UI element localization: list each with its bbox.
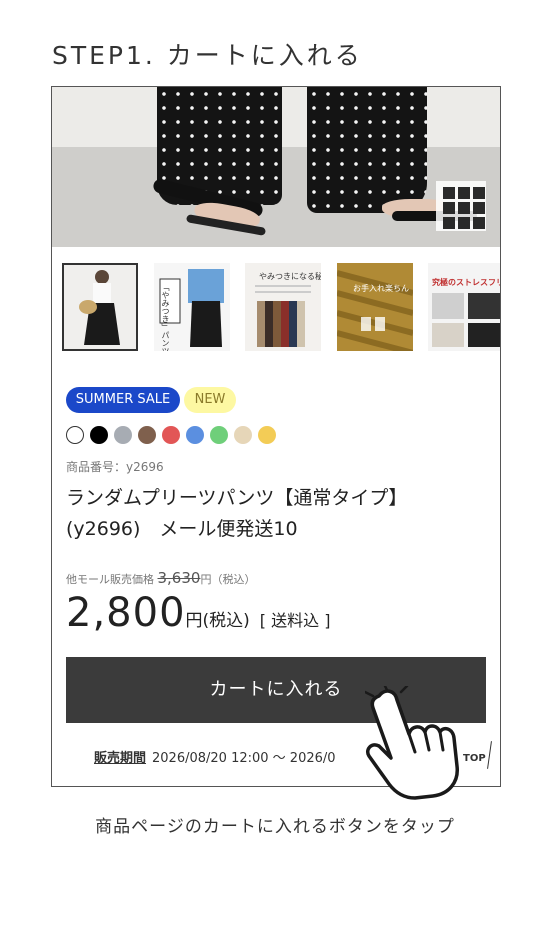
thumbnail-1[interactable]: [62, 263, 138, 351]
new-badge: NEW: [184, 387, 236, 413]
top-line-icon: [487, 741, 492, 769]
tap-hand-icon: [365, 686, 459, 800]
right-pant-leg: [307, 87, 427, 213]
color-swatch-8[interactable]: [234, 426, 252, 444]
product-name-line1: ランダムプリーツパンツ【通常タイプ】: [66, 487, 408, 509]
color-swatch-4[interactable]: [138, 426, 156, 444]
other-price-label: 他モール販売価格: [66, 573, 154, 586]
color-swatch-9[interactable]: [258, 426, 276, 444]
thumbnail-5[interactable]: 究極のストレスフリー!: [428, 263, 500, 351]
price: 2,800円(税込) [ 送料込 ]: [66, 590, 330, 636]
summer-sale-badge: SUMMER SALE: [66, 387, 180, 413]
other-price-unit: 円（税込）: [200, 573, 256, 586]
color-swatch-5[interactable]: [162, 426, 180, 444]
price-value: 2,800: [66, 590, 186, 636]
thumbnail-2-caption: 「やみつき」パンツ: [161, 283, 170, 351]
hero-product-photo: [52, 87, 500, 247]
instruction-caption: 商品ページのカートに入れるボタンをタップ: [95, 817, 455, 837]
thumbnail-4[interactable]: お手入れ楽ちん: [337, 263, 413, 351]
other-price-value: 3,630: [157, 569, 201, 587]
shipping-included: [ 送料込 ]: [259, 611, 331, 630]
thumbnail-3[interactable]: やみつきになる秘密: [245, 263, 321, 351]
thumbnail-4-caption: お手入れ楽ちん: [353, 284, 409, 293]
price-unit: 円(税込): [185, 611, 250, 631]
product-name: ランダムプリーツパンツ【通常タイプ】 (y2696) メール便発送10: [66, 483, 486, 545]
other-mall-price: 他モール販売価格 3,630円（税込）: [66, 569, 255, 587]
color-swatch-2[interactable]: [90, 426, 108, 444]
product-name-line2: (y2696) メール便発送10: [66, 518, 298, 540]
sale-period-value: 2026/08/20 12:00 〜 2026/0: [152, 751, 336, 766]
sale-period: 販売期間 2026/08/20 12:00 〜 2026/0: [94, 747, 336, 766]
grid-view-icon[interactable]: [436, 181, 486, 231]
thumbnail-2[interactable]: 「やみつき」パンツ: [154, 263, 230, 351]
product-page-mockup: 「やみつき」パンツ やみつきになる秘密 お手入れ楽ちん 究極のストレスフリー!: [51, 86, 501, 787]
color-swatches: [66, 426, 276, 444]
color-swatch-7[interactable]: [210, 426, 228, 444]
color-swatch-6[interactable]: [186, 426, 204, 444]
product-code: 商品番号：y2696: [66, 460, 164, 474]
color-swatch-1[interactable]: [66, 426, 84, 444]
step-title: STEP1. カートに入れる: [52, 41, 363, 70]
sale-period-label: 販売期間: [94, 751, 147, 766]
color-swatch-3[interactable]: [114, 426, 132, 444]
